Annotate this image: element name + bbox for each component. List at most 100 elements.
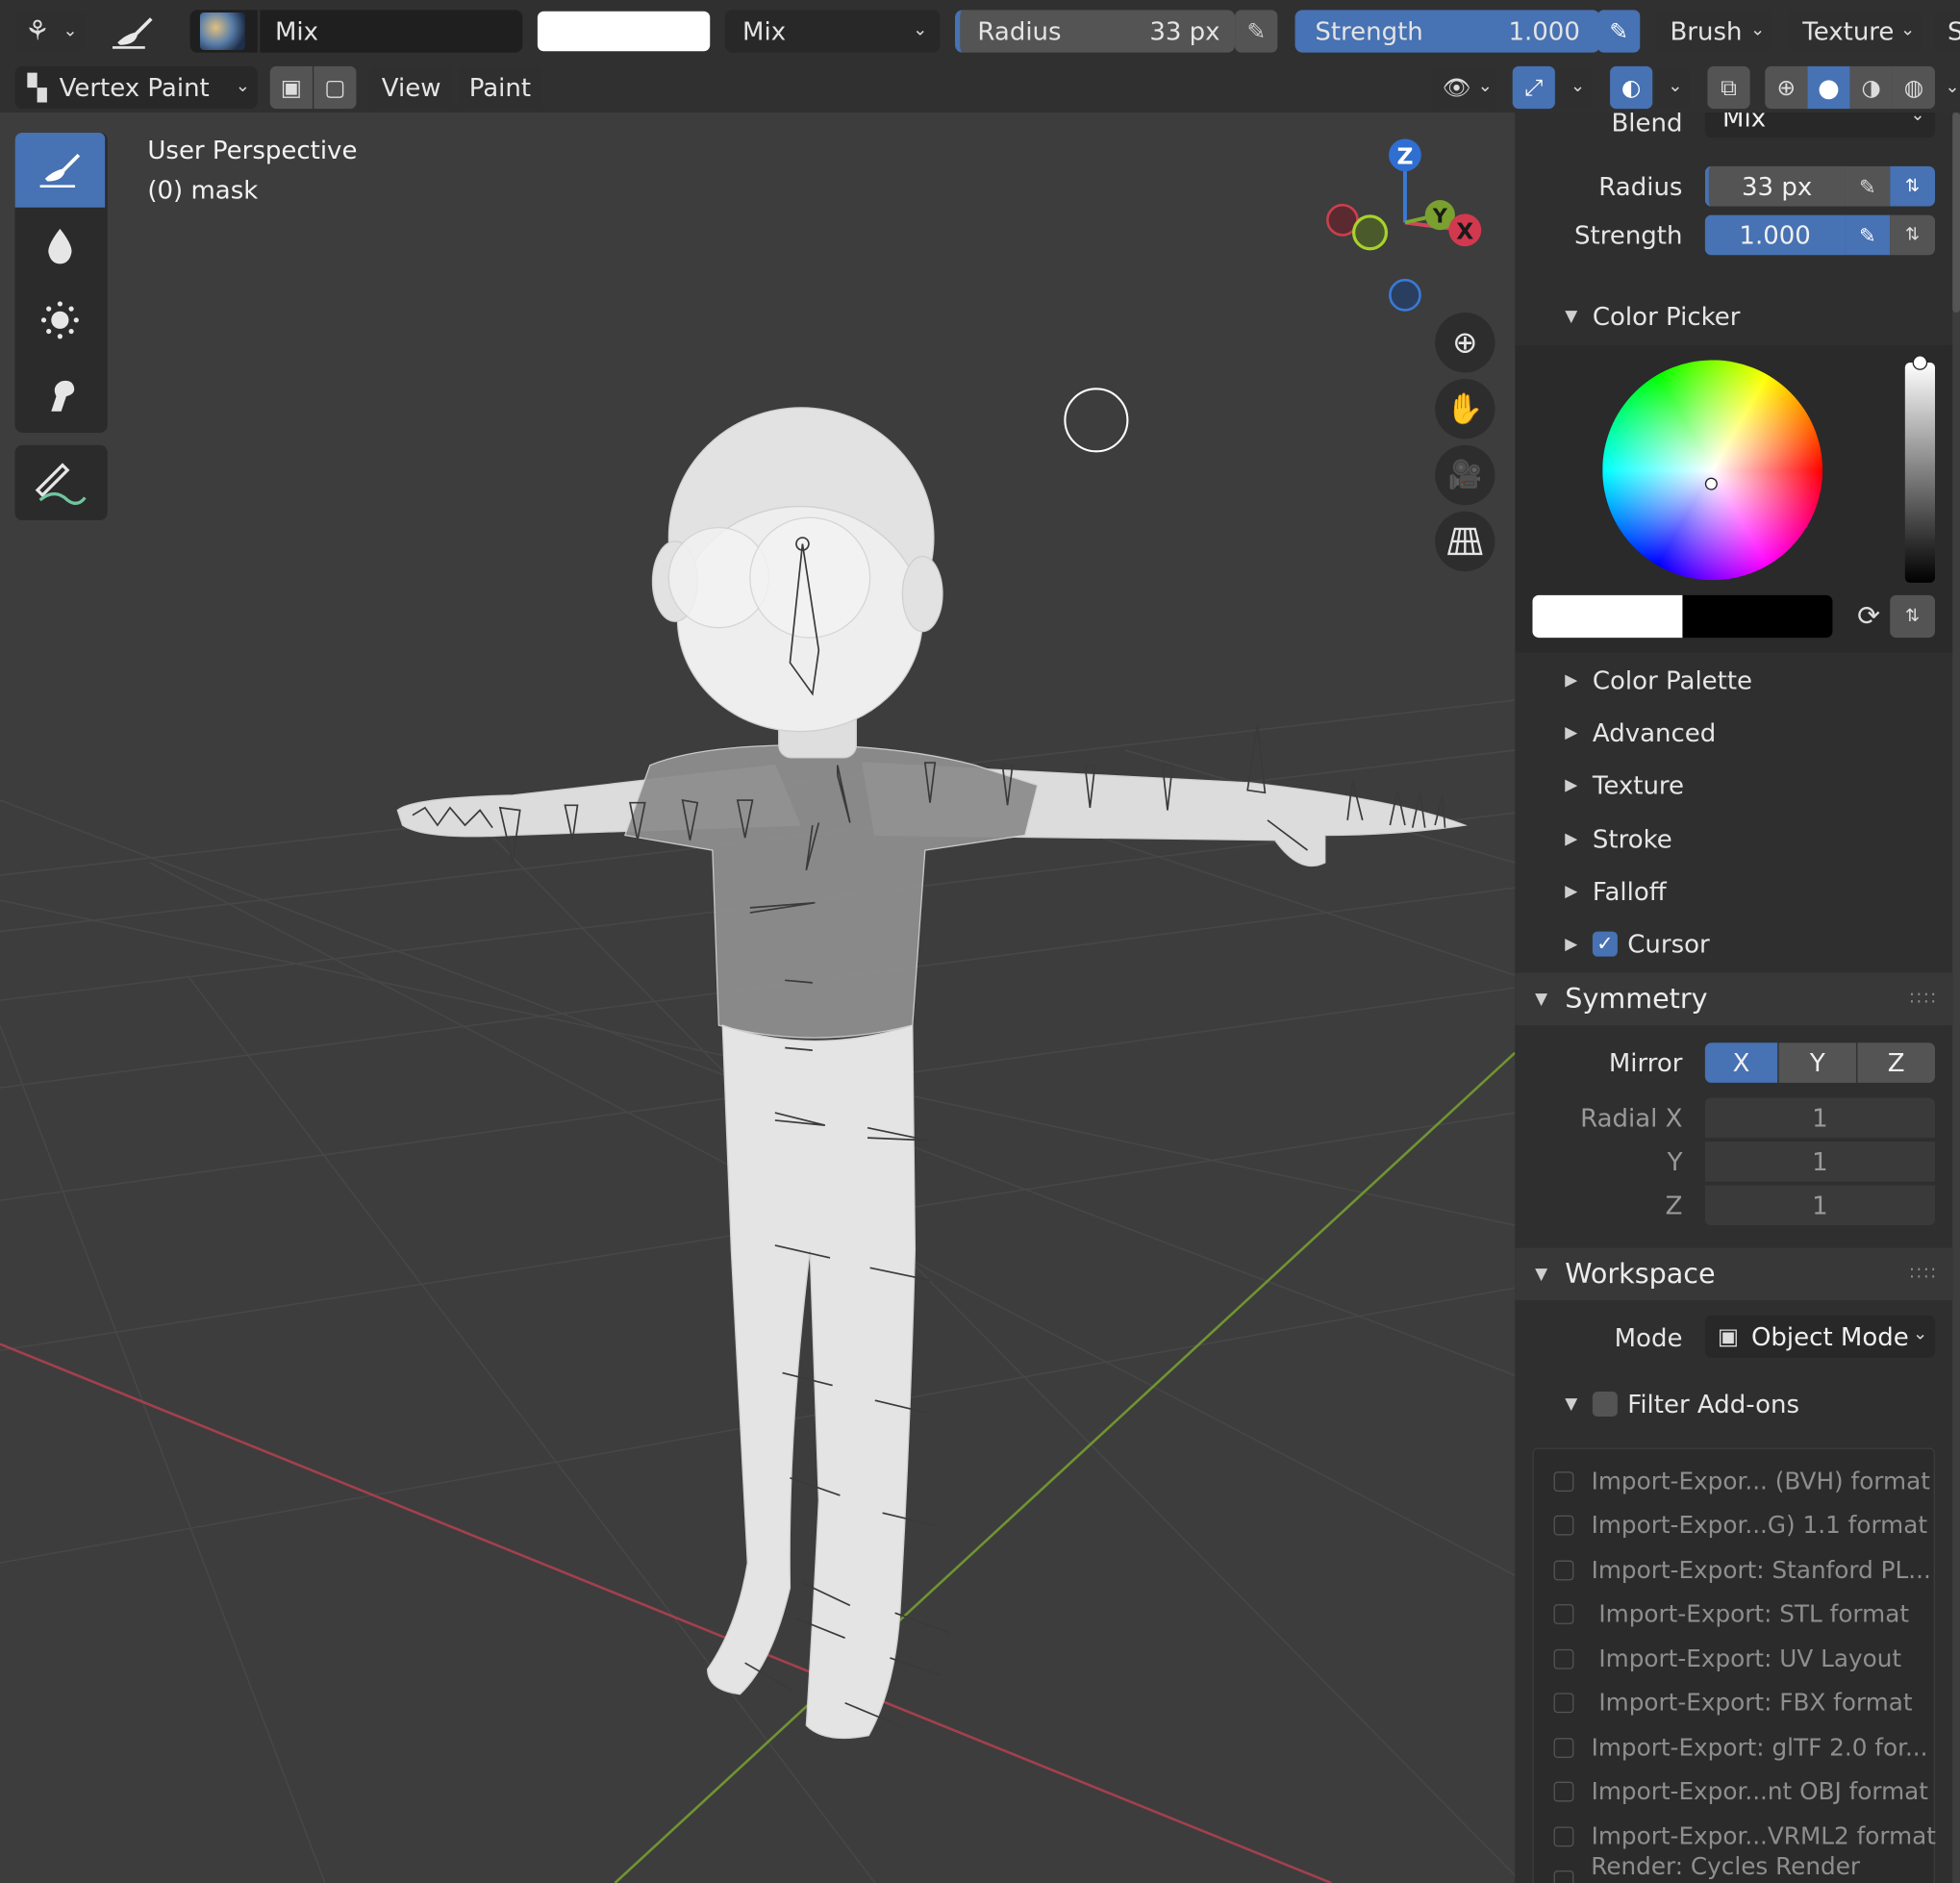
smear-tool-button[interactable] (14, 357, 106, 433)
texture-menu[interactable]: Texture ⌄ (1787, 10, 1923, 53)
wireframe-shading-icon[interactable]: ⊕ (1765, 65, 1808, 110)
mode-selector[interactable]: ▚ Vertex Paint ⌄ (14, 65, 258, 110)
radius-field[interactable]: Radius 33 px (955, 10, 1236, 53)
addon-checkbox[interactable] (1553, 1470, 1574, 1492)
addon-item[interactable]: Import-Export: Stanford PL... (1534, 1548, 1937, 1593)
gizmo-neg-z[interactable] (1389, 278, 1421, 312)
addon-checkbox[interactable] (1553, 1559, 1574, 1580)
xray-toggle-icon[interactable]: ⧉ (1707, 65, 1750, 110)
strength-pressure-icon[interactable]: ✎ (1845, 214, 1891, 256)
gizmo-neg-y[interactable] (1352, 214, 1389, 251)
addon-checkbox[interactable] (1553, 1692, 1574, 1713)
annotate-tool-button[interactable] (14, 444, 106, 520)
stroke-menu-cut[interactable]: S (1935, 10, 1960, 53)
view-menu[interactable]: View (369, 65, 453, 110)
addon-checkbox[interactable] (1553, 1870, 1574, 1883)
average-tool-button[interactable] (14, 282, 106, 358)
radius-unified-icon[interactable]: ⇅ (1890, 165, 1936, 207)
viewport-3d[interactable] (0, 113, 1516, 1883)
material-shading-icon[interactable]: ◑ (1849, 65, 1893, 110)
blend-mode-dropdown[interactable]: Mix ⌄ (724, 10, 941, 53)
radial-z-field[interactable]: 1 (1704, 1185, 1936, 1226)
addon-item[interactable]: Import-Export: UV Layout (1534, 1637, 1937, 1681)
strength-field[interactable]: Strength 1.000 (1294, 10, 1600, 53)
visibility-dropdown[interactable]: 👁 ⌄ (1432, 65, 1498, 110)
draw-tool-button[interactable] (14, 132, 106, 208)
radial-x-field[interactable]: 1 (1704, 1097, 1936, 1139)
camera-view-button[interactable]: 🎥 (1435, 444, 1495, 506)
filter-addons-checkbox[interactable] (1592, 1392, 1618, 1418)
color-palette-header[interactable]: ▶ Color Palette (1515, 654, 1952, 707)
addon-checkbox[interactable] (1553, 1648, 1574, 1670)
mirror-label: Mirror (1608, 1047, 1683, 1078)
radius-pressure-icon[interactable]: ✎ (1235, 10, 1278, 53)
average-icon (40, 301, 79, 339)
zoom-button[interactable]: ⊕ (1435, 313, 1495, 373)
color-wheel-cursor (1704, 477, 1718, 490)
rendered-shading-icon[interactable]: ◍ (1892, 65, 1936, 110)
primary-color-swatch[interactable] (1532, 594, 1683, 639)
color-picker-header[interactable]: ▼ Color Picker (1515, 290, 1952, 343)
addon-item[interactable]: Import-Export: glTF 2.0 for... (1534, 1725, 1937, 1770)
pan-button[interactable]: ✋ (1435, 378, 1495, 439)
addon-item[interactable]: Import-Expor...nt OBJ format (1534, 1770, 1937, 1814)
filter-addons-header[interactable]: ▼ Filter Add-ons (1515, 1378, 1952, 1431)
workspace-panel-header[interactable]: ▼ Workspace :::: (1515, 1247, 1953, 1301)
addon-checkbox[interactable] (1553, 1603, 1574, 1624)
brush-selector[interactable]: Mix (189, 10, 523, 53)
blend-dropdown[interactable]: Mix ⌄ (1704, 113, 1936, 138)
addon-item[interactable]: Render: Cycles Render Engi... (1534, 1852, 1937, 1883)
solid-shading-icon[interactable]: ● (1807, 65, 1850, 110)
mirror-z-toggle[interactable]: Z (1857, 1042, 1936, 1083)
chevron-down-icon[interactable]: ⌄ (1945, 78, 1959, 98)
vertex-mask-icon[interactable]: ▢ (314, 65, 357, 110)
mirror-x-toggle[interactable]: X (1704, 1042, 1778, 1083)
color-wheel[interactable] (1602, 360, 1823, 581)
secondary-color-swatch[interactable] (1682, 594, 1833, 639)
navigation-gizmo[interactable]: Z Y X (1313, 133, 1500, 320)
swap-colors-icon[interactable]: ⟳ (1850, 597, 1888, 635)
addon-item[interactable]: Import-Export: FBX format (1534, 1680, 1937, 1724)
blur-tool-button[interactable] (14, 207, 106, 283)
expanded-triangle-icon: ▼ (1565, 307, 1578, 326)
radius-pressure-icon[interactable]: ✎ (1845, 165, 1891, 207)
overlay-toggle-icon[interactable]: ◐ (1610, 65, 1653, 110)
cursor-header[interactable]: ▶ ✓ Cursor (1515, 917, 1952, 970)
brush-menu[interactable]: Brush ⌄ (1654, 10, 1773, 53)
drag-handle-icon[interactable]: :::: (1909, 988, 1938, 1008)
face-mask-icon[interactable]: ▣ (269, 65, 313, 110)
tool-group-paint (14, 132, 108, 433)
paint-brush-icon[interactable] (108, 10, 158, 52)
radius-field[interactable]: 33 px (1704, 165, 1846, 207)
color-unified-icon[interactable]: ⇅ (1890, 594, 1936, 639)
value-slider[interactable] (1904, 355, 1936, 583)
paint-menu[interactable]: Paint (457, 65, 543, 110)
overlay-dropdown[interactable]: ⌄ (1654, 65, 1691, 110)
strength-unified-icon[interactable]: ⇅ (1890, 214, 1936, 256)
mode-dropdown[interactable]: ▣ Object Mode ⌄ (1704, 1315, 1936, 1358)
addon-item[interactable]: Import-Export: STL format (1534, 1592, 1937, 1636)
addon-item[interactable]: Import-Expor...G) 1.1 format (1534, 1503, 1937, 1547)
perspective-toggle-button[interactable] (1435, 511, 1495, 572)
sidebar-scrollbar[interactable] (1952, 113, 1960, 314)
addon-checkbox[interactable] (1553, 1515, 1574, 1535)
addon-item[interactable]: Import-Expor... (BVH) format (1534, 1459, 1937, 1503)
addon-checkbox[interactable] (1553, 1781, 1574, 1801)
falloff-header[interactable]: ▶ Falloff (1515, 866, 1952, 918)
addon-checkbox[interactable] (1553, 1737, 1574, 1758)
symmetry-panel-header[interactable]: ▼ Symmetry :::: (1515, 972, 1953, 1026)
drag-handle-icon[interactable]: :::: (1909, 1263, 1938, 1283)
strength-field[interactable]: 1.000 (1704, 214, 1846, 256)
advanced-header[interactable]: ▶ Advanced (1515, 707, 1952, 760)
gizmo-dropdown[interactable]: ⌄ (1557, 65, 1593, 110)
strength-pressure-icon[interactable]: ✎ (1597, 10, 1641, 53)
addon-checkbox[interactable] (1553, 1825, 1574, 1846)
mirror-y-toggle[interactable]: Y (1778, 1042, 1857, 1083)
color-swatch[interactable] (537, 11, 711, 52)
cursor-checkbox[interactable]: ✓ (1592, 931, 1618, 957)
workspace-icon-menu[interactable]: ⚘ ⌄ (14, 10, 86, 53)
radial-y-field[interactable]: 1 (1704, 1142, 1936, 1182)
texture-header[interactable]: ▶ Texture (1515, 759, 1952, 812)
stroke-header[interactable]: ▶ Stroke (1515, 813, 1952, 866)
gizmo-toggle-icon[interactable]: ⤢ (1512, 65, 1555, 110)
